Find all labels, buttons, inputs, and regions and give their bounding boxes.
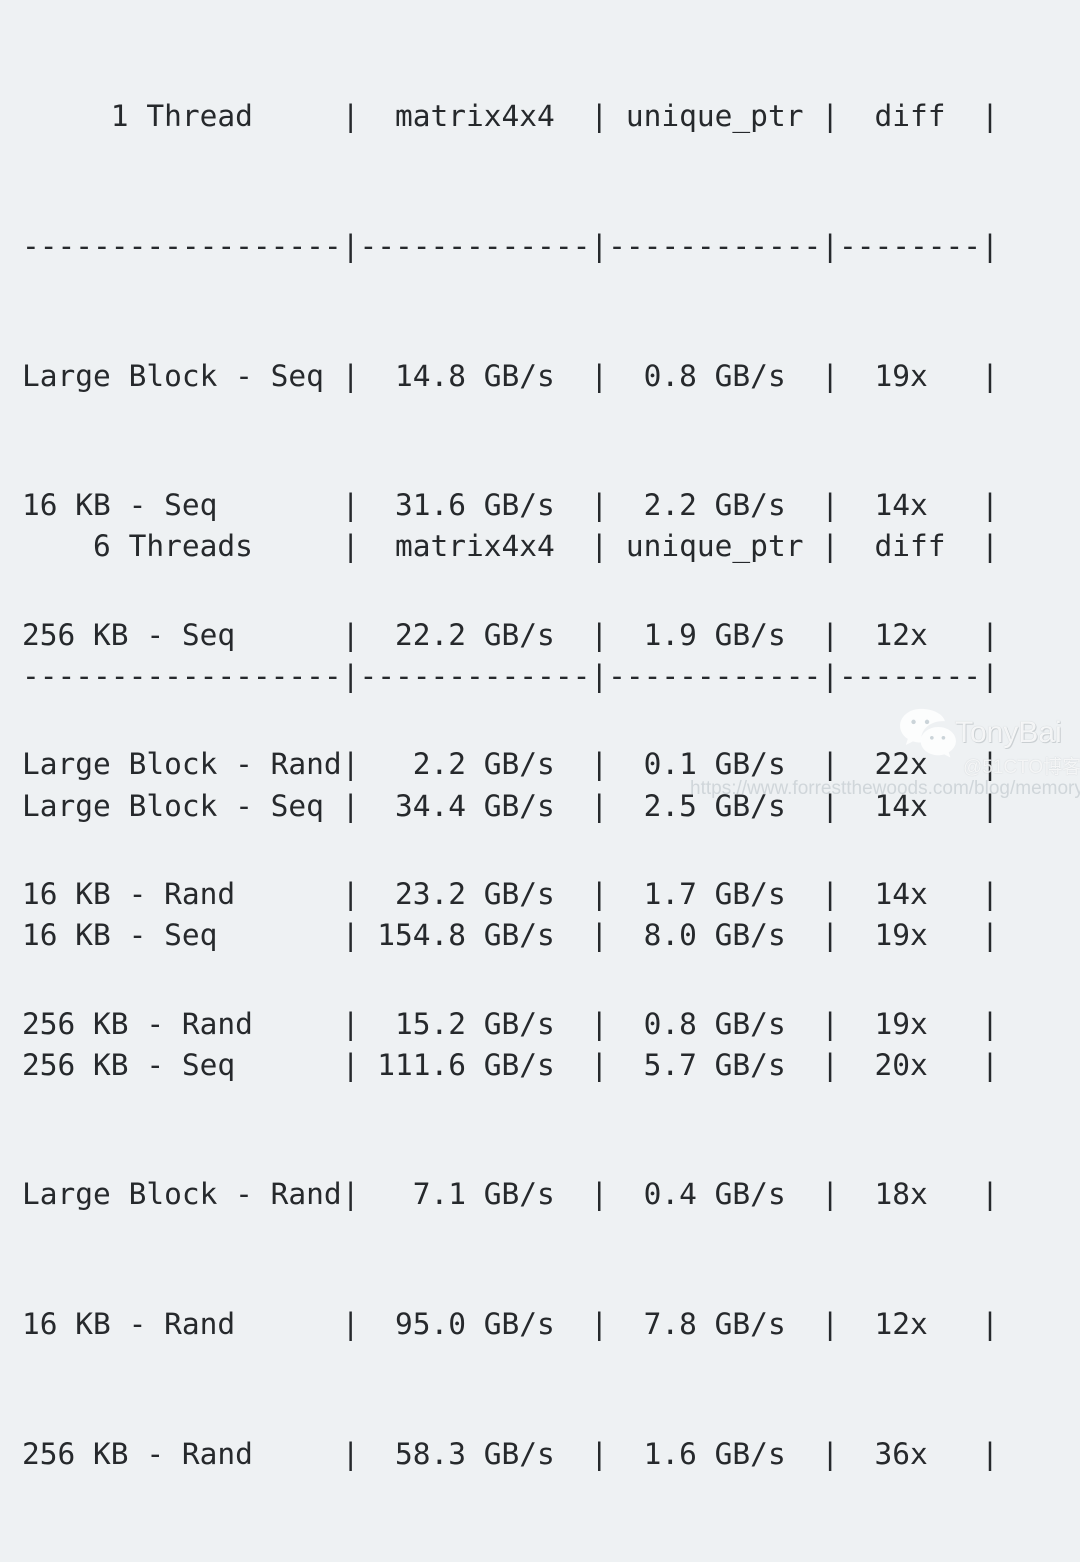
table-row: Large Block - Seq | 14.8 GB/s | 0.8 GB/s… (22, 358, 999, 393)
table-separator-row: ------------------|-------------|-------… (22, 659, 999, 693)
table-row: 16 KB - Seq | 154.8 GB/s | 8.0 GB/s | 19… (22, 918, 999, 953)
benchmark-table-6-threads: 6 Threads | matrix4x4 | unique_ptr | dif… (22, 439, 999, 1562)
table-row: Large Block - Rand| 7.1 GB/s | 0.4 GB/s … (22, 1177, 999, 1212)
table-row: 256 KB - Seq | 111.6 GB/s | 5.7 GB/s | 2… (22, 1047, 999, 1082)
table-row: Large Block - Seq | 34.4 GB/s | 2.5 GB/s… (22, 788, 999, 823)
table-separator-row: ------------------|-------------|-------… (22, 229, 999, 263)
screenshot-surface: 1 Thread | matrix4x4 | unique_ptr | diff… (0, 0, 1080, 1471)
table-row: 16 KB - Rand | 95.0 GB/s | 7.8 GB/s | 12… (22, 1306, 999, 1341)
table-row: 256 KB - Rand | 58.3 GB/s | 1.6 GB/s | 3… (22, 1436, 999, 1471)
table-header-row: 1 Thread | matrix4x4 | unique_ptr | diff… (22, 99, 999, 134)
table-header-row: 6 Threads | matrix4x4 | unique_ptr | dif… (22, 529, 999, 564)
